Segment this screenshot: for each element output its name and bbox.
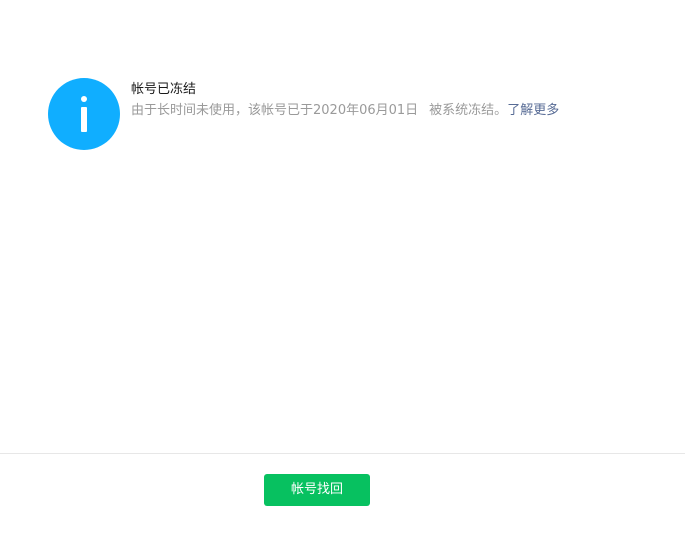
info-circle-icon <box>48 78 120 150</box>
frozen-account-page: 帐号已冻结 由于长时间未使用，该帐号已于2020年06月01日 被系统冻结。了解更… <box>0 0 685 549</box>
recover-account-button[interactable]: 帐号找回 <box>264 474 370 506</box>
notice-description: 由于长时间未使用，该帐号已于2020年06月01日 被系统冻结。了解更多 <box>131 102 559 120</box>
footer-divider <box>0 453 685 454</box>
notice-description-part2: 被系统冻结。 <box>429 103 508 118</box>
learn-more-link[interactable]: 了解更多 <box>507 103 559 118</box>
info-icon-dot <box>81 96 87 102</box>
notice-title: 帐号已冻结 <box>131 82 197 97</box>
notice: 帐号已冻结 由于长时间未使用，该帐号已于2020年06月01日 被系统冻结。了解更… <box>48 78 559 150</box>
info-icon-bar <box>81 107 87 132</box>
notice-text: 帐号已冻结 由于长时间未使用，该帐号已于2020年06月01日 被系统冻结。了解更… <box>131 78 559 120</box>
notice-description-part1: 由于长时间未使用，该帐号已于2020年06月01日 <box>131 103 419 118</box>
